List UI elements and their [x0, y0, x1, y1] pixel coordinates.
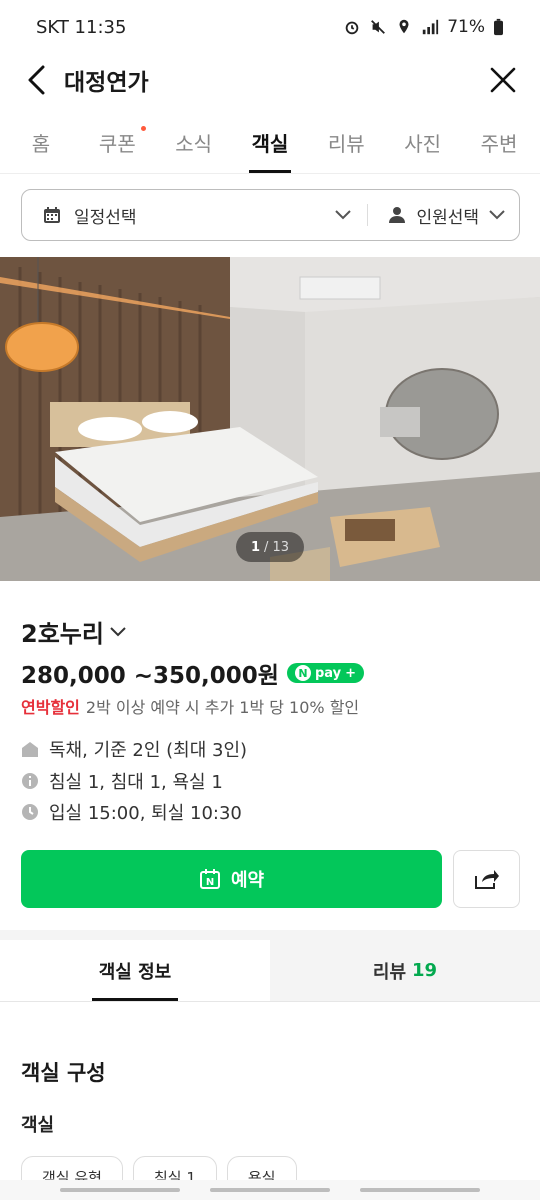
- clock-icon: [22, 804, 38, 820]
- gesture-handle[interactable]: [210, 1188, 330, 1192]
- person-icon: [389, 207, 406, 223]
- reserve-button[interactable]: N 예약: [21, 850, 442, 908]
- section-title: 객실 구성: [21, 1061, 106, 1085]
- share-icon: [474, 870, 499, 889]
- gesture-handle[interactable]: [360, 1188, 480, 1192]
- tab-news[interactable]: 소식: [173, 118, 215, 173]
- new-dot: [141, 126, 147, 131]
- discount-text: 2박 이상 예약 시 추가 1박 당 10% 할인: [85, 698, 360, 717]
- tab-rooms[interactable]: 객실: [248, 118, 291, 173]
- tab-reviews[interactable]: 리뷰: [325, 118, 367, 173]
- close-button[interactable]: [486, 63, 520, 97]
- review-count: 19: [412, 960, 438, 981]
- alarm-icon: [345, 21, 359, 35]
- chevron-down-icon: [110, 626, 126, 636]
- header: 대정연가: [0, 54, 540, 106]
- calendar-icon: [44, 207, 60, 223]
- back-button[interactable]: [20, 64, 52, 96]
- status-time: SKT 11:35: [36, 16, 127, 38]
- section-subtitle: 객실: [21, 1115, 55, 1136]
- close-icon: [490, 67, 516, 93]
- status-icons: 71%: [343, 17, 504, 37]
- tab-room-reviews[interactable]: 리뷰 19: [270, 940, 540, 1001]
- page-title: 대정연가: [64, 70, 149, 96]
- date-select-label: 일정선택: [74, 207, 137, 228]
- divider: [367, 204, 369, 226]
- house-icon: [22, 742, 38, 757]
- info-icon: [22, 773, 38, 789]
- npay-badge: N pay +: [286, 663, 365, 683]
- checkin-line: 입실 15:00, 퇴실 10:30: [21, 799, 242, 825]
- tab-nearby[interactable]: 주변: [478, 118, 520, 173]
- room-subtabs: 객실 정보 리뷰 19: [0, 940, 540, 1002]
- chevron-left-icon: [28, 65, 45, 95]
- battery-percent: 71%: [447, 17, 485, 37]
- naver-n-icon: N: [294, 665, 311, 681]
- discount-info: 연박할인 2박 이상 예약 시 추가 1박 당 10% 할인: [21, 694, 359, 718]
- people-select-label: 인원선택: [416, 207, 479, 228]
- section-divider: [0, 930, 540, 940]
- chevron-down-icon: [489, 210, 505, 220]
- room-name-dropdown[interactable]: 2호누리: [21, 614, 126, 649]
- booking-selector: 일정선택 인원선택: [21, 189, 520, 241]
- chevron-down-icon: [335, 210, 352, 220]
- mute-icon: [371, 20, 386, 34]
- naver-calendar-icon: N: [199, 869, 220, 889]
- photo-counter: 1/ 13: [236, 532, 304, 562]
- battery-icon: [494, 18, 503, 36]
- place-tabs: 홈 쿠폰 소식 객실 리뷰 사진 주변: [0, 118, 540, 174]
- people-select[interactable]: 인원선택: [388, 203, 505, 228]
- room-name: 2호누리: [21, 620, 104, 648]
- price-row: 280,000 ~350,000원 N pay +: [21, 656, 365, 690]
- room-layout-line: 침실 1, 침대 1, 욕실 1: [21, 768, 223, 794]
- room-price: 280,000 ~350,000원: [21, 663, 279, 689]
- signal-icon: [423, 19, 439, 35]
- share-button[interactable]: [453, 850, 520, 908]
- plus-icon: +: [345, 665, 357, 681]
- discount-tag: 연박할인: [21, 698, 80, 717]
- date-select[interactable]: 일정선택: [42, 203, 352, 228]
- room-type-line: 독채, 기준 2인 (최대 3인): [21, 736, 247, 762]
- svg-text:N: N: [206, 877, 214, 888]
- gesture-bar: [0, 1180, 540, 1200]
- tab-coupon[interactable]: 쿠폰: [96, 118, 147, 173]
- tab-room-info[interactable]: 객실 정보: [0, 940, 270, 1001]
- location-icon: [399, 19, 409, 34]
- status-bar: SKT 11:35 71%: [0, 0, 540, 54]
- tab-photos[interactable]: 사진: [402, 118, 444, 173]
- tab-home[interactable]: 홈: [20, 118, 62, 173]
- gesture-handle[interactable]: [60, 1188, 180, 1192]
